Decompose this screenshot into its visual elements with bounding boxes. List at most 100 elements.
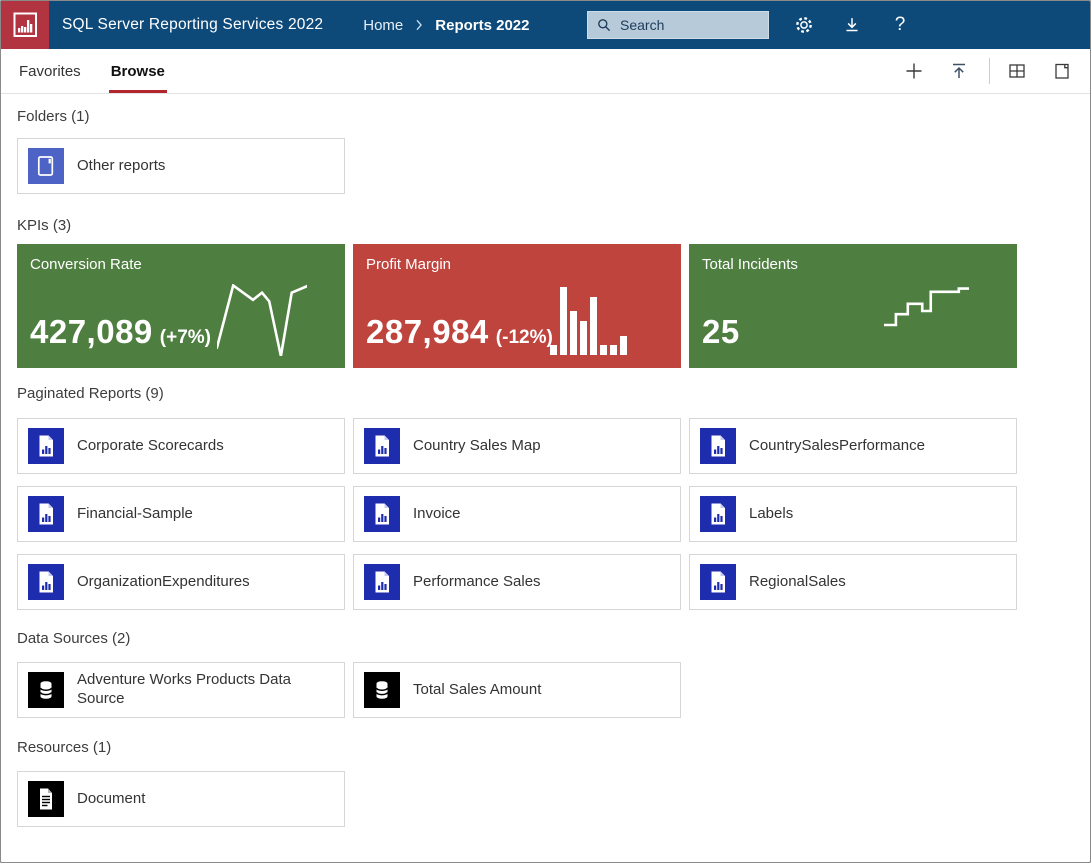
kpi-sparkline xyxy=(217,284,307,356)
tile-label: Corporate Scorecards xyxy=(77,437,224,456)
report-icon xyxy=(700,564,736,600)
tile-label: Country Sales Map xyxy=(413,437,541,456)
document-icon xyxy=(28,781,64,817)
kpi-value: 25 xyxy=(702,313,740,351)
settings-button[interactable] xyxy=(790,11,818,39)
help-icon: ? xyxy=(895,14,906,36)
tile-label: CountrySalesPerformance xyxy=(749,437,925,456)
report-tile[interactable]: RegionalSales xyxy=(689,554,1017,610)
search-box xyxy=(587,11,769,39)
kpi-sparkline xyxy=(550,287,631,355)
spark-bar xyxy=(580,321,587,355)
tab-actions xyxy=(897,49,1090,93)
report-tile[interactable]: OrganizationExpenditures xyxy=(17,554,345,610)
tab-favorites[interactable]: Favorites xyxy=(17,49,83,93)
folders-grid: Other reports xyxy=(17,138,1017,194)
folder-tile[interactable]: Other reports xyxy=(17,138,345,194)
section-heading-kpis: KPIs (3) xyxy=(17,194,1074,244)
kpi-value-row: 25 xyxy=(702,313,740,351)
kpi-card[interactable]: Conversion Rate 427,089(+7%) xyxy=(17,244,345,368)
spark-bar xyxy=(610,345,617,355)
tile-label: OrganizationExpenditures xyxy=(77,573,250,592)
report-icon xyxy=(28,428,64,464)
kpi-value-row: 287,984 (-12%) xyxy=(366,313,553,351)
report-icon xyxy=(700,496,736,532)
tile-label: Document xyxy=(77,790,145,809)
details-view-icon xyxy=(1050,59,1074,83)
app-window: SQL Server Reporting Services 2022 Home … xyxy=(0,0,1091,863)
kpi-card[interactable]: Total Incidents 25 xyxy=(689,244,1017,368)
help-button[interactable]: ? xyxy=(886,11,914,39)
grid-view-icon xyxy=(1005,59,1029,83)
plus-icon xyxy=(902,59,926,83)
report-icon xyxy=(364,564,400,600)
app-logo[interactable] xyxy=(1,1,49,49)
kpi-row: Conversion Rate427,089(+7%) Profit Margi… xyxy=(17,244,1074,368)
kpi-value: 287,984 xyxy=(366,313,489,351)
search-icon xyxy=(596,17,612,33)
section-heading-data-sources: Data Sources (2) xyxy=(17,610,1074,662)
tiles-view-button[interactable] xyxy=(1000,54,1034,88)
resource-tile[interactable]: Document xyxy=(17,771,345,827)
section-heading-resources: Resources (1) xyxy=(17,718,1074,771)
upload-button[interactable] xyxy=(942,54,976,88)
content-area: Folders (1) Other reports KPIs (3) Conve… xyxy=(1,94,1090,827)
report-icon xyxy=(28,564,64,600)
spark-bar xyxy=(590,297,597,355)
tab-browse[interactable]: Browse xyxy=(109,49,167,93)
toolbar-divider xyxy=(989,58,990,84)
upload-icon xyxy=(947,59,971,83)
gear-icon xyxy=(793,14,815,36)
breadcrumb-current: Reports 2022 xyxy=(435,17,529,34)
kpi-sparkline xyxy=(884,287,969,327)
chevron-right-icon xyxy=(411,17,427,33)
spark-bar xyxy=(570,311,577,355)
report-tile[interactable]: Financial-Sample xyxy=(17,486,345,542)
kpi-delta: (+7%) xyxy=(160,327,211,349)
kpi-value-row: 427,089(+7%) xyxy=(30,313,211,351)
kpi-card[interactable]: Profit Margin287,984(-12%) xyxy=(353,244,681,368)
section-heading-folders: Folders (1) xyxy=(17,94,1074,138)
report-tile[interactable]: CountrySalesPerformance xyxy=(689,418,1017,474)
folder-icon xyxy=(28,148,64,184)
spark-bar xyxy=(600,345,607,355)
section-heading-paginated-reports: Paginated Reports (9) xyxy=(17,368,1074,418)
spark-bar xyxy=(550,345,557,355)
report-tile[interactable]: Labels xyxy=(689,486,1017,542)
kpi-title: Conversion Rate xyxy=(30,256,142,273)
report-tile[interactable]: Performance Sales xyxy=(353,554,681,610)
tile-label: Financial-Sample xyxy=(77,505,193,524)
kpi-title: Total Incidents xyxy=(702,256,798,273)
report-icon xyxy=(364,428,400,464)
report-tile[interactable]: Country Sales Map xyxy=(353,418,681,474)
database-icon xyxy=(364,672,400,708)
datasource-tile[interactable]: Total Sales Amount xyxy=(353,662,681,718)
spark-bar xyxy=(620,336,627,355)
breadcrumb: Home Reports 2022 xyxy=(363,17,529,34)
report-tile[interactable]: Invoice xyxy=(353,486,681,542)
new-item-button[interactable] xyxy=(897,54,931,88)
details-view-button[interactable] xyxy=(1045,54,1079,88)
report-icon xyxy=(364,496,400,532)
spark-bar xyxy=(560,287,567,355)
tile-label: Invoice xyxy=(413,505,461,524)
tile-label: RegionalSales xyxy=(749,573,846,592)
top-bar: SQL Server Reporting Services 2022 Home … xyxy=(1,1,1090,49)
database-icon xyxy=(28,672,64,708)
data-sources-grid: Adventure Works Products Data Source Tot… xyxy=(17,662,1017,718)
tile-label: Adventure Works Products Data Source xyxy=(77,671,327,709)
datasource-tile[interactable]: Adventure Works Products Data Source xyxy=(17,662,345,718)
download-button[interactable] xyxy=(838,11,866,39)
kpi-delta: (-12%) xyxy=(496,327,553,349)
breadcrumb-home[interactable]: Home xyxy=(363,17,403,34)
resources-grid: Document xyxy=(17,771,1017,827)
app-title: SQL Server Reporting Services 2022 xyxy=(62,16,323,34)
report-tile[interactable]: Corporate Scorecards xyxy=(17,418,345,474)
search-input[interactable] xyxy=(618,16,748,34)
paginated-reports-grid: Corporate Scorecards Country Sales Map C… xyxy=(17,418,1017,610)
tile-label: Labels xyxy=(749,505,793,524)
ssrs-logo-icon xyxy=(1,1,49,49)
tile-label: Performance Sales xyxy=(413,573,541,592)
tile-label: Other reports xyxy=(77,157,165,176)
download-icon xyxy=(841,14,863,36)
